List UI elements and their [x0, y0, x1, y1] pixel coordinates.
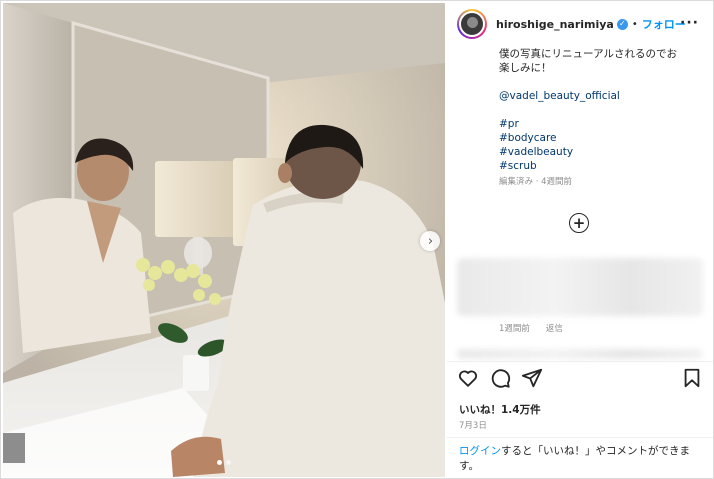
verified-badge-icon: ✓: [616, 18, 628, 30]
caption: 僕の写真にリニューアルされるのでお 楽しみに！ @vadel_beauty_of…: [499, 47, 704, 189]
carousel-dot-2: [226, 460, 231, 465]
hashtag-link[interactable]: #scrub: [499, 159, 704, 173]
heart-icon[interactable]: [457, 367, 479, 389]
caption-line: 僕の写真にリニューアルされるのでお: [499, 48, 677, 60]
comment-time: 1週間前: [499, 324, 530, 334]
instagram-post-frame: › hiroshige_narimiya ✓ • フォロー ··· 僕の写真にリ…: [0, 0, 714, 479]
login-prompt: ログインすると「いいね！」やコメントができます。: [459, 444, 705, 474]
hashtag-link[interactable]: #pr: [499, 117, 704, 131]
avatar[interactable]: [457, 9, 487, 39]
username[interactable]: hiroshige_narimiya: [496, 18, 614, 31]
faucet: [3, 433, 25, 463]
load-more-comments-icon[interactable]: +: [569, 213, 589, 233]
divider: [447, 437, 713, 438]
comment-icon[interactable]: [489, 367, 511, 389]
hashtag-link[interactable]: #bodycare: [499, 131, 704, 145]
next-photo-button[interactable]: ›: [420, 231, 440, 251]
post-header: hiroshige_narimiya ✓ • フォロー: [447, 3, 713, 45]
blurred-comment: [457, 349, 703, 359]
post-photo[interactable]: ›: [3, 3, 445, 477]
man-ear: [278, 163, 292, 183]
hashtag-link[interactable]: #vadelbeauty: [499, 145, 704, 159]
lamp-glass: [184, 237, 212, 269]
carousel-indicator: [217, 460, 231, 465]
reply-button[interactable]: 返信: [546, 322, 563, 334]
share-icon[interactable]: [521, 367, 543, 389]
blurred-comment: [457, 258, 703, 316]
bookmark-icon[interactable]: [681, 367, 703, 389]
caption-spacer: [499, 103, 704, 117]
mention-link[interactable]: @vadel_beauty_official: [499, 89, 704, 103]
caption-spacer: [499, 75, 704, 89]
flower-pot: [183, 355, 209, 391]
post-date: 7月3日: [459, 421, 487, 431]
comment-meta: 1週間前 返信: [499, 322, 563, 334]
likes-count[interactable]: いいね！1.4万件: [459, 402, 541, 417]
reflected-lampshade: [155, 161, 235, 237]
photo-illustration: [3, 3, 445, 477]
action-bar: [457, 367, 703, 391]
carousel-dot-1: [217, 460, 222, 465]
caption-edited-meta: 編集済み · 4週間前: [499, 177, 573, 187]
avatar-image: [459, 11, 485, 37]
post-side-panel: hiroshige_narimiya ✓ • フォロー ··· 僕の写真にリニュ…: [447, 3, 713, 477]
caption-line: 楽しみに！: [499, 62, 552, 74]
divider: [447, 361, 713, 362]
header-separator: •: [631, 18, 638, 30]
login-link[interactable]: ログイン: [459, 445, 501, 457]
more-options-icon[interactable]: ···: [680, 15, 699, 31]
chevron-right-icon: ›: [427, 233, 434, 249]
